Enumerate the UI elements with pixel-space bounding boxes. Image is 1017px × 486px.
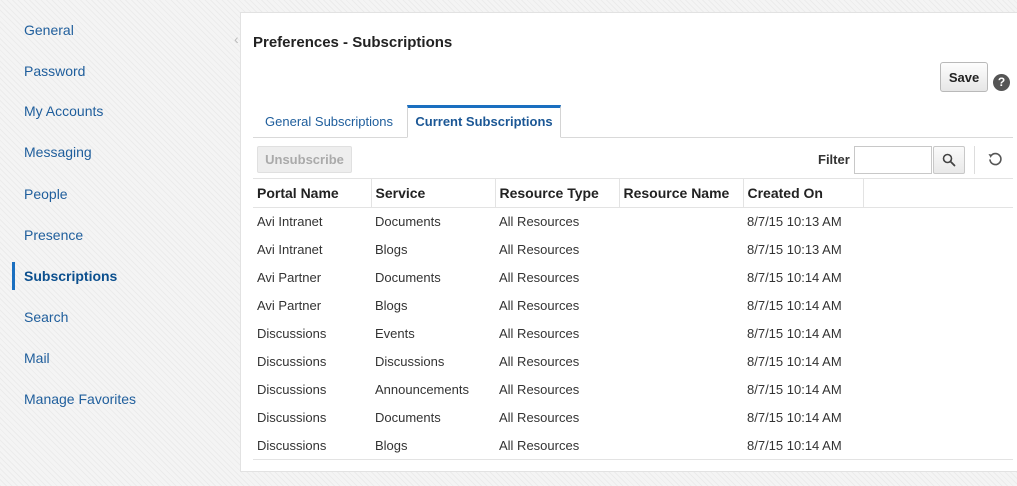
- cell-portal-name: Discussions: [257, 382, 327, 397]
- cell-service: Blogs: [375, 298, 408, 313]
- cell-service: Events: [375, 326, 415, 341]
- table-row[interactable]: Discussions Events All Resources 8/7/15 …: [253, 320, 1013, 348]
- table-row[interactable]: Discussions Announcements All Resources …: [253, 376, 1013, 404]
- save-button[interactable]: Save: [940, 62, 988, 92]
- cell-portal-name: Discussions: [257, 354, 327, 369]
- cell-service: Blogs: [375, 242, 408, 257]
- cell-created-on: 8/7/15 10:14 AM: [747, 270, 842, 285]
- cell-created-on: 8/7/15 10:14 AM: [747, 382, 842, 397]
- cell-resource-type: All Resources: [499, 382, 580, 397]
- cell-portal-name: Avi Intranet: [257, 214, 323, 230]
- cell-created-on: 8/7/15 10:14 AM: [747, 410, 842, 425]
- search-button[interactable]: [933, 146, 965, 174]
- cell-filler: [863, 404, 1013, 432]
- page-title: Preferences - Subscriptions: [253, 34, 453, 51]
- refresh-icon[interactable]: [985, 149, 1005, 169]
- cell-service: Documents: [375, 214, 441, 230]
- cell-created-on: 8/7/15 10:14 AM: [743, 431, 863, 460]
- cell-resource-name: [619, 292, 743, 320]
- cell-created-on: 8/7/15 10:14 AM: [747, 326, 842, 341]
- table-row[interactable]: Avi Partner Documents All Resources 8/7/…: [253, 264, 1013, 292]
- cell-resource-name: [619, 208, 743, 236]
- cell-portal-name: Discussions: [257, 326, 327, 341]
- cell-filler: [863, 376, 1013, 404]
- sidebar-item-mail[interactable]: Mail: [24, 348, 50, 368]
- cell-filler: [863, 292, 1013, 320]
- cell-service: Documents: [375, 270, 441, 285]
- cell-resource-type: All Resources: [499, 270, 580, 285]
- filter-input[interactable]: [854, 146, 932, 174]
- column-header-portal-name[interactable]: Portal Name: [253, 178, 372, 208]
- table-row[interactable]: Avi Partner Blogs All Resources 8/7/15 1…: [253, 292, 1013, 320]
- sidebar-item-password[interactable]: Password: [24, 61, 85, 81]
- cell-created-on: 8/7/15 10:14 AM: [747, 298, 842, 313]
- sidebar-item-search[interactable]: Search: [24, 307, 68, 327]
- table-header-row: Portal Name Service Resource Type Resour…: [253, 178, 1013, 208]
- cell-filler: [863, 208, 1013, 236]
- active-item-marker: [12, 262, 15, 290]
- cell-resource-type: All Resources: [499, 410, 580, 425]
- cell-service: Documents: [375, 410, 441, 425]
- tab-general-subscriptions[interactable]: General Subscriptions: [253, 105, 405, 138]
- subscriptions-table: Portal Name Service Resource Type Resour…: [253, 178, 1013, 460]
- table-row[interactable]: Discussions Blogs All Resources 8/7/15 1…: [253, 431, 1013, 460]
- cell-resource-name: [619, 320, 743, 348]
- table-row[interactable]: Avi Intranet Blogs All Resources 8/7/15 …: [253, 236, 1013, 264]
- sidebar-item-presence[interactable]: Presence: [24, 225, 83, 245]
- table-row[interactable]: Discussions Discussions All Resources 8/…: [253, 348, 1013, 376]
- sidebar-item-people[interactable]: People: [24, 184, 68, 204]
- cell-portal-name: Avi Intranet: [257, 242, 323, 257]
- sidebar-item-manage-favorites[interactable]: Manage Favorites: [24, 389, 136, 409]
- cell-portal-name: Avi Partner: [257, 270, 322, 285]
- subscriptions-panel: Preferences - Subscriptions Save ? Gener…: [240, 12, 1017, 472]
- cell-created-on: 8/7/15 10:14 AM: [747, 354, 842, 369]
- cell-resource-type: All Resources: [499, 298, 580, 313]
- table-row[interactable]: Discussions Documents All Resources 8/7/…: [253, 404, 1013, 432]
- cell-portal-name: Avi Partner: [257, 298, 322, 313]
- tab-current-subscriptions[interactable]: Current Subscriptions: [407, 105, 561, 138]
- column-header-service[interactable]: Service: [371, 178, 496, 208]
- help-icon[interactable]: ?: [993, 74, 1010, 91]
- cell-resource-name: [619, 264, 743, 292]
- cell-filler: [863, 348, 1013, 376]
- cell-resource-name: [619, 431, 743, 460]
- cell-created-on: 8/7/15 10:13 AM: [747, 214, 842, 230]
- cell-service: Announcements: [375, 382, 469, 397]
- cell-service: Discussions: [375, 354, 445, 369]
- table-row[interactable]: Avi Intranet Documents All Resources 8/7…: [253, 208, 1013, 236]
- cell-resource-type: All Resources: [499, 354, 580, 369]
- cell-resource-type: All Resources: [495, 431, 619, 460]
- sidebar-item-messaging[interactable]: Messaging: [24, 142, 92, 162]
- cell-resource-type: All Resources: [499, 326, 580, 341]
- search-icon: [942, 153, 956, 167]
- sidebar-item-general[interactable]: General: [24, 20, 74, 40]
- column-header-created-on[interactable]: Created On: [743, 178, 864, 208]
- toolbar-separator: [974, 146, 975, 174]
- cell-filler: [863, 236, 1013, 264]
- filter-label: Filter: [818, 152, 850, 167]
- cell-filler: [863, 264, 1013, 292]
- cell-resource-name: [619, 376, 743, 404]
- cell-service: Blogs: [371, 431, 495, 460]
- column-header-resource-name[interactable]: Resource Name: [619, 178, 744, 208]
- cell-filler: [863, 320, 1013, 348]
- column-header-resource-type[interactable]: Resource Type: [495, 178, 620, 208]
- sidebar-item-subscriptions[interactable]: Subscriptions: [24, 266, 117, 286]
- cell-created-on: 8/7/15 10:13 AM: [747, 242, 842, 257]
- unsubscribe-button[interactable]: Unsubscribe: [257, 146, 352, 173]
- column-header-filler: [863, 178, 1013, 208]
- cell-resource-type: All Resources: [499, 214, 580, 230]
- cell-resource-name: [619, 236, 743, 264]
- cell-portal-name: Discussions: [253, 431, 371, 460]
- cell-portal-name: Discussions: [257, 410, 327, 425]
- cell-resource-name: [619, 348, 743, 376]
- cell-resource-name: [619, 404, 743, 432]
- cell-filler: [863, 431, 1013, 460]
- sidebar-item-my-accounts[interactable]: My Accounts: [24, 101, 103, 121]
- preferences-sidebar: General Password My Accounts Messaging P…: [0, 0, 230, 486]
- cell-resource-type: All Resources: [499, 242, 580, 257]
